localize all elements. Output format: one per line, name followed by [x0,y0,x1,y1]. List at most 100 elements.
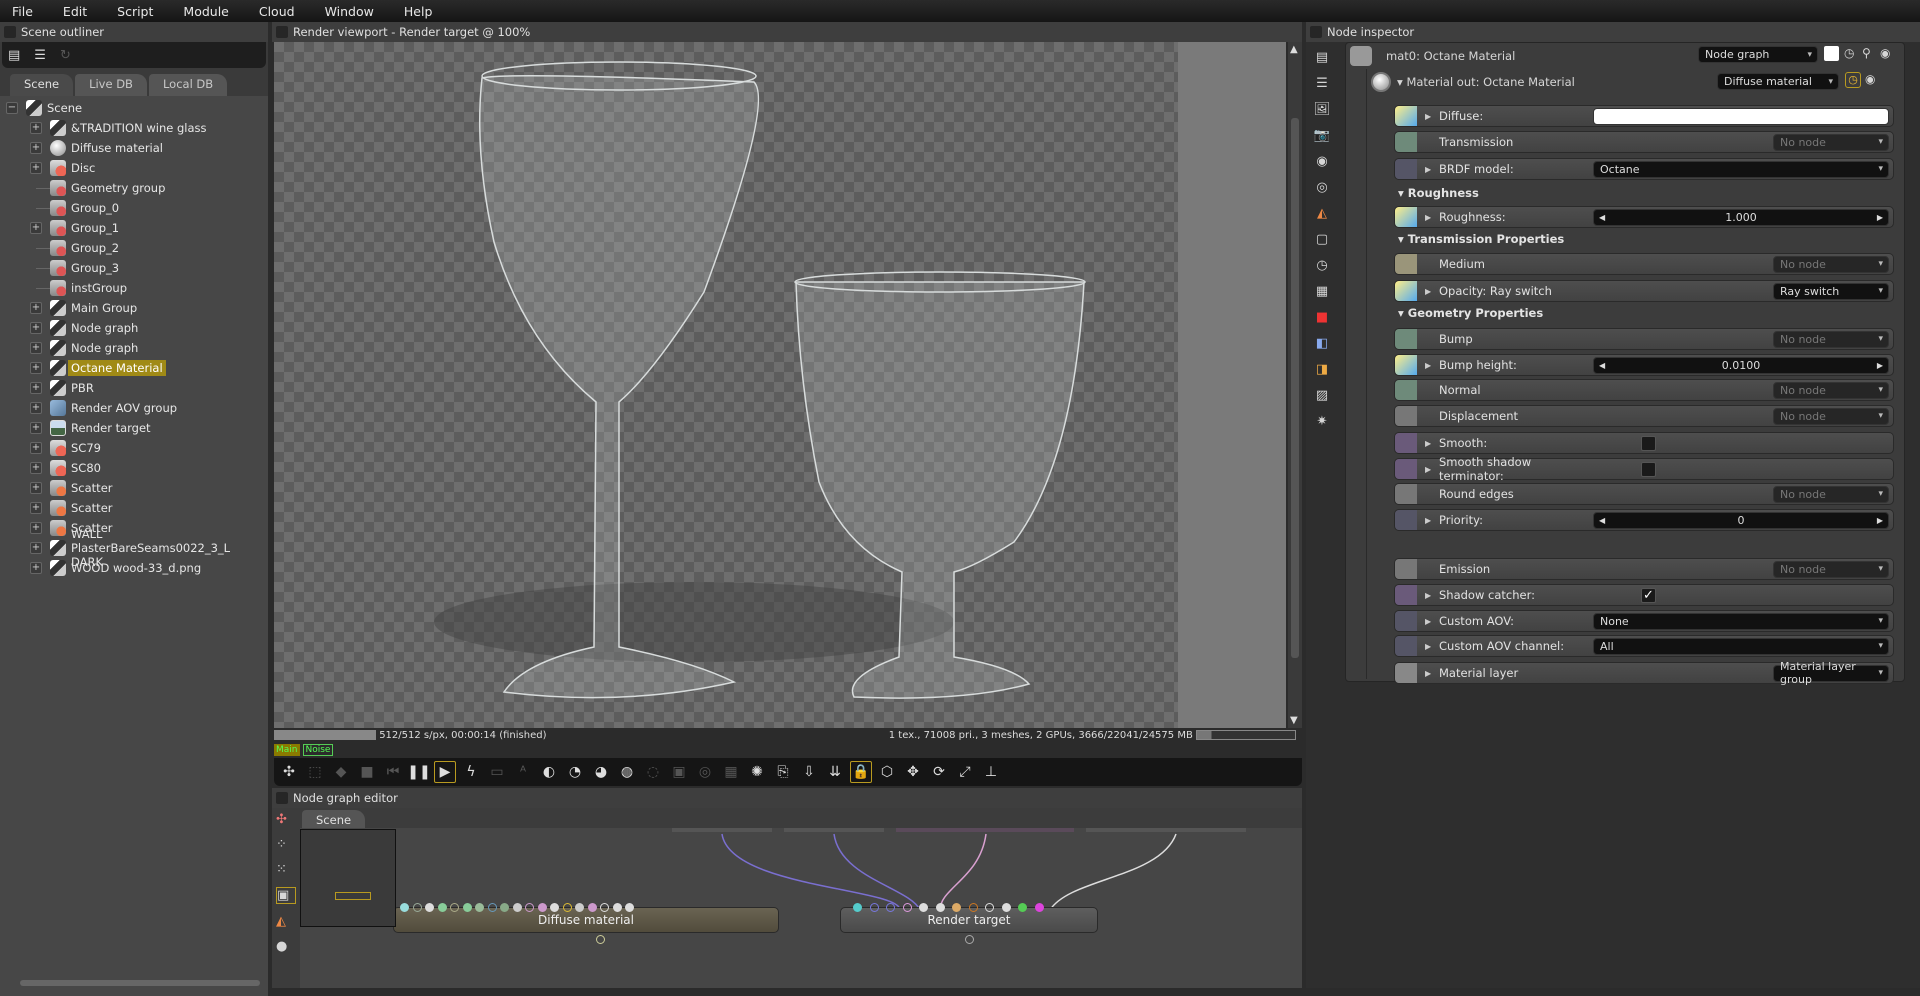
input-pin[interactable] [437,903,447,912]
start-icon[interactable]: ▶ [434,761,456,783]
lock-icon[interactable]: 🔒 [850,761,872,783]
minimap-viewport[interactable] [335,892,371,900]
aov-icon[interactable]: ◧ [1310,330,1334,356]
expand-toggle[interactable]: + [30,402,42,414]
menu-module[interactable]: Module [183,4,228,19]
tree-item[interactable]: + SC80 [0,458,268,478]
arrange-icon[interactable]: ⁘ [276,837,296,852]
expand-toggle[interactable]: + [30,122,42,134]
input-pin[interactable] [1001,903,1011,912]
input-pin[interactable] [575,903,584,912]
material-out-label[interactable]: ▾ Material out: Octane Material [1397,75,1575,89]
menu-file[interactable]: File [12,4,33,19]
menu-edit[interactable]: Edit [63,4,87,19]
input-pin[interactable] [462,903,472,912]
input-pin[interactable] [625,903,634,912]
pin-icon[interactable] [1395,380,1417,400]
expand-toggle[interactable]: + [30,562,42,574]
pass-noise[interactable]: Noise [302,744,334,756]
panel-toggle[interactable] [276,26,288,38]
node-input-dropdown[interactable]: No node [1773,407,1889,425]
decrement-icon[interactable]: ◀ [1599,516,1605,525]
render-target-icon[interactable]: 🖼 [1310,96,1334,122]
geometry-preview-icon[interactable]: ◭ [276,914,296,929]
restart-icon[interactable]: ⏮ [382,761,404,783]
input-pin[interactable] [985,903,994,912]
increment-icon[interactable]: ▶ [1877,361,1883,370]
collapse-icon[interactable]: ☰ [1310,70,1334,96]
enum-pin-icon[interactable] [1395,611,1417,631]
texture-pin-icon[interactable] [1395,207,1417,227]
material-preview-icon[interactable]: ● [276,939,296,954]
pause-icon[interactable]: ❚❚ [407,761,430,783]
menu-cloud[interactable]: Cloud [259,4,295,19]
texture-pin-icon[interactable] [1395,106,1417,126]
tab-local-db[interactable]: Local DB [148,74,228,96]
tree-item[interactable]: Group_2 [0,238,268,258]
tree-item[interactable]: + Scatter [0,498,268,518]
expand-arrow-icon[interactable]: ▶ [1425,165,1439,174]
tree-item[interactable]: + SC79 [0,438,268,458]
expand-arrow-icon[interactable]: ▶ [1425,516,1439,525]
decrement-icon[interactable]: ◀ [1599,361,1605,370]
expand-arrow-icon[interactable]: ▶ [1425,361,1439,370]
expand-toggle[interactable]: + [30,302,42,314]
picker-focus-icon[interactable]: ◍ [616,761,638,783]
camera-icon[interactable]: ⬡ [876,761,898,783]
tab-live-db[interactable]: Live DB [75,74,147,96]
param-checkbox[interactable] [1641,435,1656,451]
expand-arrow-icon[interactable]: ▶ [1425,213,1439,222]
camera-icon[interactable]: 📷 [1310,122,1334,148]
menu-help[interactable]: Help [404,4,433,19]
clay-icon[interactable]: ✺ [746,761,768,783]
graph-tab-scene[interactable]: Scene [302,810,366,830]
expand-arrow-icon[interactable]: ▶ [1425,617,1439,626]
input-pin[interactable] [600,903,609,912]
texture-pin-icon[interactable] [1395,281,1417,301]
input-pin[interactable] [1018,903,1027,912]
param-checkbox[interactable] [1641,461,1656,477]
expand-icon[interactable]: ▤ [1310,44,1334,70]
tree-item[interactable]: + WALL PlasterBareSeams0022_3_L DARK [0,527,268,569]
diffuse-color-swatch[interactable] [1593,107,1889,125]
film-icon[interactable]: ▢ [1310,226,1334,252]
recenter-icon[interactable]: ✣ [276,812,296,827]
param-slider[interactable]: ◀ 1.000 ▶ [1593,208,1889,226]
tree-item[interactable]: instGroup [0,278,268,298]
input-pin[interactable] [562,903,572,912]
expand-toggle[interactable]: + [30,462,42,474]
object-layer-icon[interactable]: ■ [1310,304,1334,330]
output-aov-icon[interactable]: ◨ [1310,356,1334,382]
tree-item[interactable]: + Scatter [0,478,268,498]
expand-toggle[interactable]: + [30,362,42,374]
picker-mat-icon[interactable]: ◔ [564,761,586,783]
color-swatch[interactable] [1824,46,1839,61]
expand-toggle[interactable]: + [30,422,42,434]
picker-obj-icon[interactable]: ◕ [590,761,612,783]
param-slider[interactable]: ◀ 0 ▶ [1593,511,1889,529]
tree-item[interactable]: + Node graph [0,318,268,338]
node-render-target[interactable]: Render target [840,907,1098,933]
viewport-scrollbar[interactable]: ▲ ▼ [1288,42,1302,728]
input-pin[interactable] [869,903,879,912]
node-input-dropdown[interactable]: No node [1773,330,1889,348]
section-roughness-sec[interactable]: ▾ Roughness [1398,186,1479,200]
region-icon[interactable]: ⬚ [304,761,326,783]
input-pin[interactable] [1034,903,1044,912]
output-pin[interactable] [965,935,974,944]
stop-icon[interactable]: ■ [356,761,378,783]
geometry-icon[interactable]: ◭ [1310,200,1334,226]
imager-icon[interactable]: ◎ [1310,174,1334,200]
input-pin[interactable] [853,903,862,912]
pass-main[interactable]: Main [274,744,300,756]
input-pin[interactable] [400,903,409,912]
color-picker-icon[interactable]: ◆ [330,761,352,783]
load-icon[interactable]: ⎘ [772,761,794,783]
expand-toggle[interactable]: + [30,322,42,334]
input-pin[interactable] [525,903,534,912]
scrollbar-thumb[interactable] [1291,118,1299,658]
export-icon[interactable]: ⇊ [824,761,846,783]
node-input-dropdown[interactable]: No node [1773,381,1889,399]
pin-icon[interactable] [1395,559,1417,579]
input-pin[interactable] [902,903,912,912]
